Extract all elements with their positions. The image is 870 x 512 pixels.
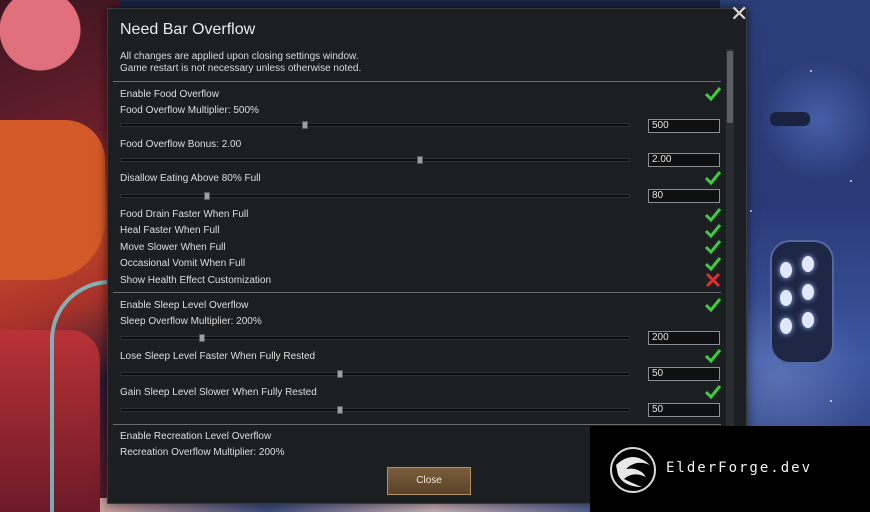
input-disallow-eating[interactable]: 80	[648, 189, 720, 203]
checkmark-icon[interactable]	[704, 238, 722, 256]
input-food-overflow-bonus[interactable]: 2.00	[648, 153, 720, 167]
slider-disallow-eating[interactable]	[120, 192, 630, 200]
watermark: ElderForge.dev	[590, 426, 870, 512]
section-divider	[113, 292, 721, 293]
checkmark-icon[interactable]	[704, 85, 722, 103]
window-title: Need Bar Overflow	[120, 21, 256, 38]
label-recreation-overflow-multiplier: Recreation Overflow Multiplier: 200%	[120, 447, 285, 458]
checkmark-icon[interactable]	[704, 383, 722, 401]
label-food-overflow-multiplier: Food Overflow Multiplier: 500%	[120, 105, 259, 116]
input-sleep-overflow-multiplier[interactable]: 200	[648, 331, 720, 345]
label-lose-sleep-faster: Lose Sleep Level Faster When Fully Reste…	[120, 351, 316, 362]
input-gain-sleep-slower[interactable]: 50	[648, 403, 720, 417]
label-move-slower: Move Slower When Full	[120, 242, 226, 253]
label-food-overflow-bonus: Food Overflow Bonus: 2.00	[120, 139, 242, 150]
section-divider	[113, 424, 721, 425]
label-show-health-effect: Show Health Effect Customization	[120, 275, 272, 286]
section-divider	[113, 81, 721, 82]
input-lose-sleep-faster[interactable]: 50	[648, 367, 720, 381]
checkmark-icon[interactable]	[704, 296, 722, 314]
label-enable-recreation-overflow: Enable Recreation Level Overflow	[120, 431, 272, 442]
label-enable-sleep-overflow: Enable Sleep Level Overflow	[120, 300, 249, 311]
settings-list: Enable Food Overflow Food Overflow Multi…	[108, 81, 728, 459]
slider-lose-sleep-faster[interactable]	[120, 370, 630, 378]
checkmark-icon[interactable]	[704, 347, 722, 365]
elderforge-logo-icon	[610, 447, 656, 493]
label-gain-sleep-slower: Gain Sleep Level Slower When Fully Reste…	[120, 387, 317, 398]
checkmark-icon[interactable]	[704, 169, 722, 187]
slider-thumb[interactable]	[417, 156, 423, 164]
slider-sleep-overflow-multiplier[interactable]	[120, 334, 630, 342]
slider-thumb[interactable]	[199, 334, 205, 342]
label-enable-food-overflow: Enable Food Overflow	[120, 89, 219, 100]
slider-food-overflow-multiplier[interactable]	[120, 121, 630, 129]
background-artwork-character	[0, 0, 124, 512]
label-heal-faster: Heal Faster When Full	[120, 225, 220, 236]
close-window-icon[interactable]: ✕	[730, 4, 748, 26]
label-disallow-eating: Disallow Eating Above 80% Full	[120, 173, 261, 184]
label-food-drain-faster: Food Drain Faster When Full	[120, 209, 249, 220]
slider-thumb[interactable]	[204, 192, 210, 200]
label-occasional-vomit: Occasional Vomit When Full	[120, 258, 246, 269]
spaceship	[770, 240, 834, 364]
close-button[interactable]: Close	[387, 467, 471, 495]
slider-thumb[interactable]	[337, 370, 343, 378]
watermark-text: ElderForge.dev	[666, 460, 813, 476]
spaceship-small	[770, 112, 810, 126]
label-sleep-overflow-multiplier: Sleep Overflow Multiplier: 200%	[120, 316, 262, 327]
slider-food-overflow-bonus[interactable]	[120, 156, 630, 164]
slider-thumb[interactable]	[337, 406, 343, 414]
slider-gain-sleep-slower[interactable]	[120, 406, 630, 414]
cross-icon[interactable]	[704, 271, 722, 289]
settings-notice: All changes are applied upon closing set…	[120, 51, 362, 74]
slider-thumb[interactable]	[302, 121, 308, 129]
input-food-overflow-multiplier[interactable]: 500	[648, 119, 720, 133]
